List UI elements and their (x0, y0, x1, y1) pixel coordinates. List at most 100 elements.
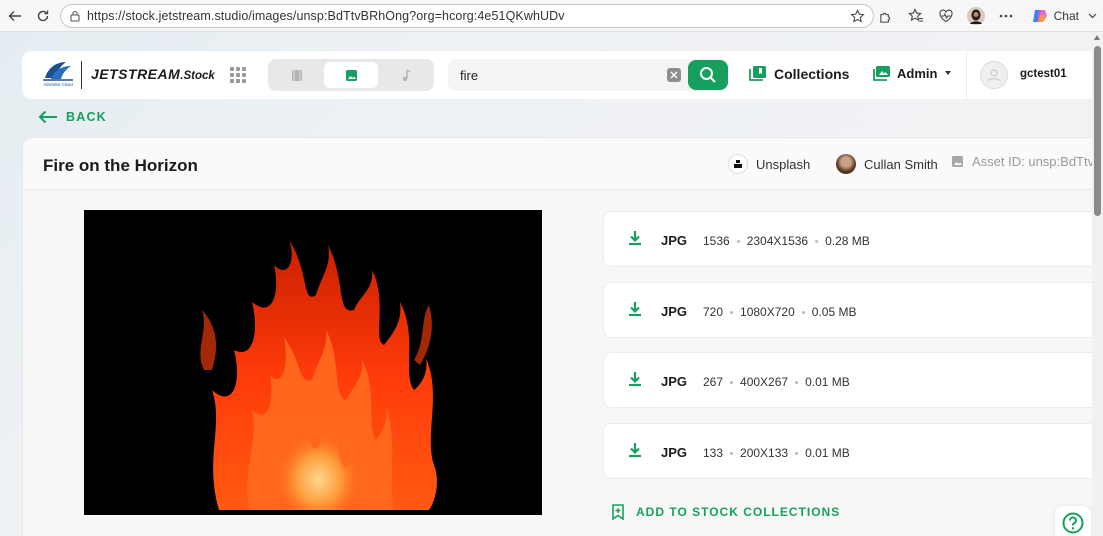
grid-icon[interactable] (230, 67, 246, 83)
profile-avatar-icon[interactable] (961, 1, 991, 31)
browser-extensions: Chat (871, 0, 1103, 32)
admin-menu[interactable]: Admin (873, 65, 952, 81)
clear-icon[interactable] (667, 68, 681, 82)
logo-divider (81, 61, 82, 89)
star-icon[interactable] (850, 9, 865, 24)
brand-sub: .Stock (180, 70, 215, 82)
download-size: 267 (703, 375, 724, 389)
add-to-collections-button[interactable]: ADD TO STOCK COLLECTIONS (611, 504, 840, 520)
download-format: JPG (661, 374, 688, 389)
copilot-icon (1032, 10, 1047, 22)
avatar-icon (987, 69, 1001, 82)
download-option[interactable]: JPG 267 400X267 0.01 MB (603, 352, 1092, 408)
user-avatar[interactable] (980, 61, 1008, 89)
page-content: Adventist Cloud JETSTREAM.Stock fire Col… (0, 32, 1092, 536)
download-filesize: 0.28 MB (825, 234, 870, 248)
url-text: https://stock.jetstream.studio/images/un… (87, 9, 565, 23)
browser-toolbar: https://stock.jetstream.studio/images/un… (0, 0, 1103, 32)
download-dimensions: 400X267 (740, 375, 789, 389)
admin-icon (873, 66, 890, 81)
scroll-thumb[interactable] (1094, 46, 1101, 216)
author-name: Cullan Smith (864, 156, 938, 172)
download-specs: 133 200X133 0.01 MB (703, 446, 850, 460)
download-option[interactable]: JPG 1536 2304X1536 0.28 MB (603, 211, 1092, 267)
asset-preview-image[interactable] (84, 210, 542, 515)
username[interactable]: gctest01 (1020, 68, 1067, 80)
download-dimensions: 2304X1536 (746, 234, 809, 248)
back-label: BACK (66, 110, 107, 124)
download-option[interactable]: JPG 133 200X133 0.01 MB (603, 423, 1092, 479)
image-icon (345, 69, 357, 81)
chevron-down-icon[interactable] (1088, 13, 1097, 19)
asset-detail-card: Fire on the Horizon Unsplash Cullan Smit… (22, 137, 1092, 536)
download-specs: 720 1080X720 0.05 MB (703, 305, 856, 319)
search-button[interactable] (688, 60, 728, 90)
download-size: 133 (703, 446, 724, 460)
download-icon (629, 302, 641, 317)
video-icon (292, 69, 302, 81)
source-label: Unsplash (756, 156, 811, 172)
download-option[interactable]: JPG 720 1080X720 0.05 MB (603, 282, 1092, 338)
download-filesize: 0.01 MB (805, 446, 850, 460)
add-collections-label: ADD TO STOCK COLLECTIONS (636, 505, 841, 519)
help-icon (1062, 512, 1084, 534)
asset-title: Fire on the Horizon (43, 156, 198, 175)
brand-main: JETSTREAM (91, 66, 181, 82)
scroll-up-icon[interactable] (1094, 35, 1100, 40)
adventist-cloud-logo: Adventist Cloud (43, 62, 73, 87)
asset-id: Asset ID: unsp:BdTtvBRhOng (951, 154, 1092, 169)
fire-image (84, 210, 542, 515)
chat-label: Chat (1053, 9, 1079, 23)
bookmark-add-icon (612, 504, 624, 520)
media-type-switch (268, 59, 434, 91)
download-icon (629, 443, 641, 458)
favorites-icon[interactable] (901, 1, 931, 31)
audio-tab[interactable] (378, 62, 432, 88)
download-filesize: 0.01 MB (805, 375, 850, 389)
collections-link[interactable]: Collections (749, 65, 849, 82)
chat-button[interactable]: Chat (1025, 4, 1103, 28)
browser-back-icon[interactable] (3, 4, 27, 28)
image-tab[interactable] (324, 62, 378, 88)
refresh-icon[interactable] (31, 4, 55, 28)
back-arrow-icon (38, 110, 57, 124)
search-bar (448, 59, 728, 91)
app-header: Adventist Cloud JETSTREAM.Stock fire Col… (22, 51, 1092, 99)
user-divider (966, 51, 967, 99)
page-scrollbar[interactable] (1092, 32, 1103, 536)
download-dimensions: 1080X720 (740, 305, 795, 319)
admin-label: Admin (897, 65, 938, 81)
video-tab[interactable] (270, 62, 324, 88)
asset-source[interactable]: Unsplash (728, 154, 810, 174)
download-filesize: 0.05 MB (811, 305, 857, 319)
health-icon[interactable] (931, 1, 961, 31)
download-specs: 1536 2304X1536 0.28 MB (703, 234, 870, 248)
download-size: 1536 (703, 234, 730, 248)
search-icon (700, 67, 716, 83)
caret-down-icon (945, 71, 952, 75)
asset-title-row: Fire on the Horizon Unsplash Cullan Smit… (23, 138, 1092, 190)
more-icon[interactable] (991, 1, 1021, 31)
download-dimensions: 200X133 (740, 446, 789, 460)
asset-id-text: Asset ID: unsp:BdTtvBRhOng (972, 154, 1092, 169)
author-avatar (836, 154, 856, 174)
collections-icon (749, 66, 766, 81)
unsplash-icon (728, 154, 748, 174)
search-input[interactable] (460, 66, 660, 84)
download-icon (629, 231, 641, 246)
image-icon (952, 156, 963, 167)
download-specs: 267 400X267 0.01 MB (703, 375, 850, 389)
address-bar[interactable]: https://stock.jetstream.studio/images/un… (60, 4, 874, 28)
extensions-icon[interactable] (871, 1, 901, 31)
download-format: JPG (661, 233, 688, 248)
brand-name[interactable]: JETSTREAM.Stock (91, 66, 215, 82)
logo-caption: Adventist Cloud (43, 82, 73, 87)
collections-label: Collections (774, 65, 850, 82)
lock-icon (70, 10, 80, 22)
download-size: 720 (703, 305, 724, 319)
download-format: JPG (661, 304, 688, 319)
back-link[interactable]: BACK (38, 110, 107, 124)
help-button[interactable] (1055, 506, 1091, 536)
asset-author[interactable]: Cullan Smith (836, 154, 938, 174)
download-format: JPG (661, 445, 688, 460)
